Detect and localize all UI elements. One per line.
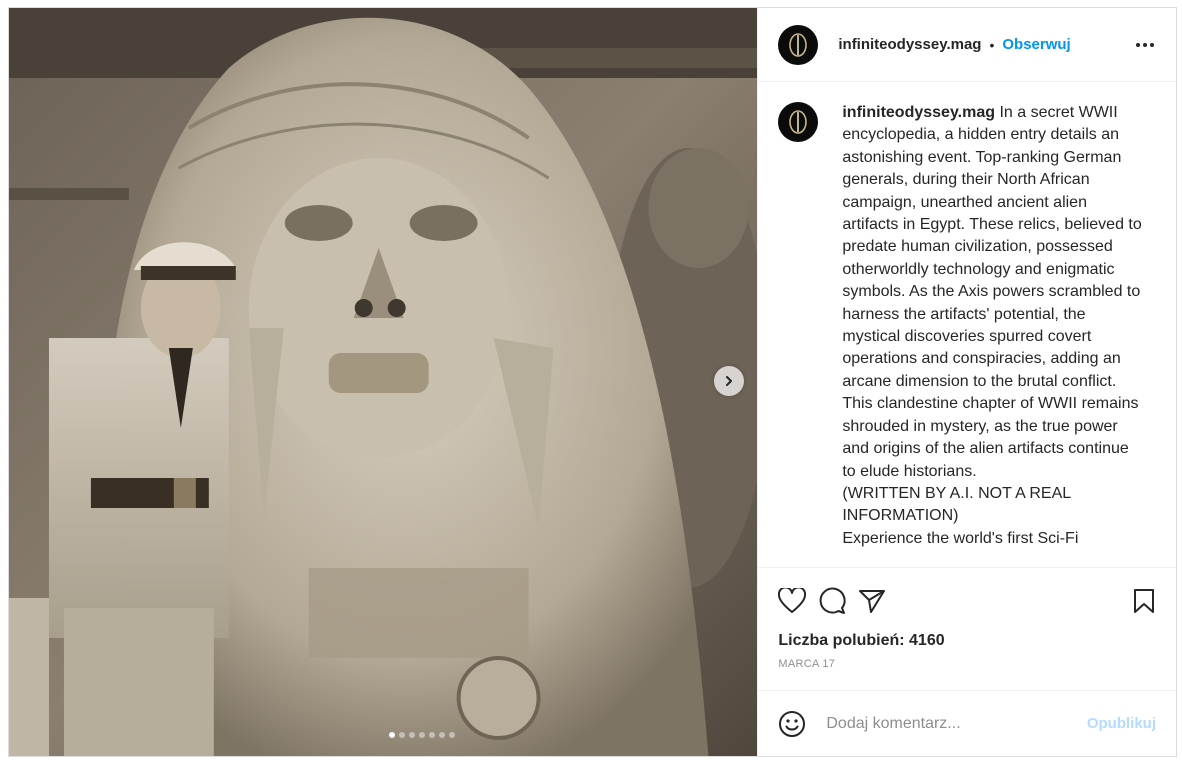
comment-input[interactable]	[826, 714, 1087, 733]
instagram-post: infiniteodyssey.mag • Obserwuj infiniteo…	[8, 7, 1177, 757]
share-button[interactable]	[858, 588, 886, 614]
likes-count[interactable]: Liczba polubień: 4160	[778, 632, 1156, 650]
caption-disclaimer-line2: INFORMATION)	[842, 507, 959, 525]
emoji-icon	[779, 710, 806, 737]
save-button[interactable]	[1132, 588, 1156, 614]
post-username[interactable]: infiniteodyssey.mag	[838, 36, 981, 53]
caption-avatar[interactable]	[778, 102, 819, 142]
publish-button[interactable]: Opublikuj	[1087, 715, 1156, 732]
more-horizontal-icon	[1136, 42, 1140, 47]
post-header: infiniteodyssey.mag • Obserwuj	[758, 8, 1176, 82]
bookmark-icon	[1134, 589, 1154, 613]
post-photo	[9, 8, 758, 756]
carousel-dot	[419, 732, 426, 738]
action-bar	[778, 584, 1156, 618]
carousel-dot	[439, 732, 446, 738]
more-horizontal-icon-dot	[1143, 42, 1147, 47]
carousel-dot	[399, 732, 406, 738]
more-horizontal-icon-dot	[1150, 42, 1154, 47]
carousel-next-button[interactable]	[714, 366, 744, 396]
comment-icon	[819, 587, 846, 614]
carousel-dot	[409, 732, 416, 738]
post-media	[9, 8, 758, 756]
heart-icon	[778, 588, 807, 613]
brand-logo-icon	[789, 110, 808, 134]
follow-button[interactable]: Obserwuj	[1002, 36, 1070, 53]
caption-area: infiniteodyssey.mag In a secret WWII enc…	[758, 82, 1176, 567]
caption-body: In a secret WWII encyclopedia, a hidden …	[842, 104, 1142, 480]
post-actions-section: Liczba polubień: 4160 MARCA 17	[758, 567, 1176, 690]
post-side-panel: infiniteodyssey.mag • Obserwuj infiniteo…	[757, 8, 1176, 756]
caption-text: infiniteodyssey.mag In a secret WWII enc…	[842, 102, 1142, 562]
caption-username[interactable]: infiniteodyssey.mag	[842, 104, 995, 121]
carousel-indicator	[9, 732, 757, 738]
chevron-right-icon	[726, 376, 732, 386]
avatar[interactable]	[778, 24, 819, 65]
emoji-button[interactable]	[778, 710, 806, 738]
like-button[interactable]	[778, 588, 807, 614]
brand-logo-icon	[789, 32, 808, 57]
comment-button[interactable]	[818, 587, 846, 615]
carousel-dot	[429, 732, 436, 738]
more-options-button[interactable]	[1136, 37, 1154, 53]
carousel-dot	[449, 732, 456, 738]
carousel-dot	[389, 732, 396, 738]
separator-dot: •	[989, 36, 995, 53]
paper-plane-icon	[859, 590, 886, 613]
post-date[interactable]: MARCA 17	[778, 658, 1156, 690]
caption-disclaimer-line1: (WRITTEN BY A.I. NOT A REAL	[842, 484, 1072, 502]
caption-more-text: Experience the world's first Sci-Fi	[842, 529, 1079, 547]
comment-bar: Opublikuj	[758, 690, 1176, 756]
